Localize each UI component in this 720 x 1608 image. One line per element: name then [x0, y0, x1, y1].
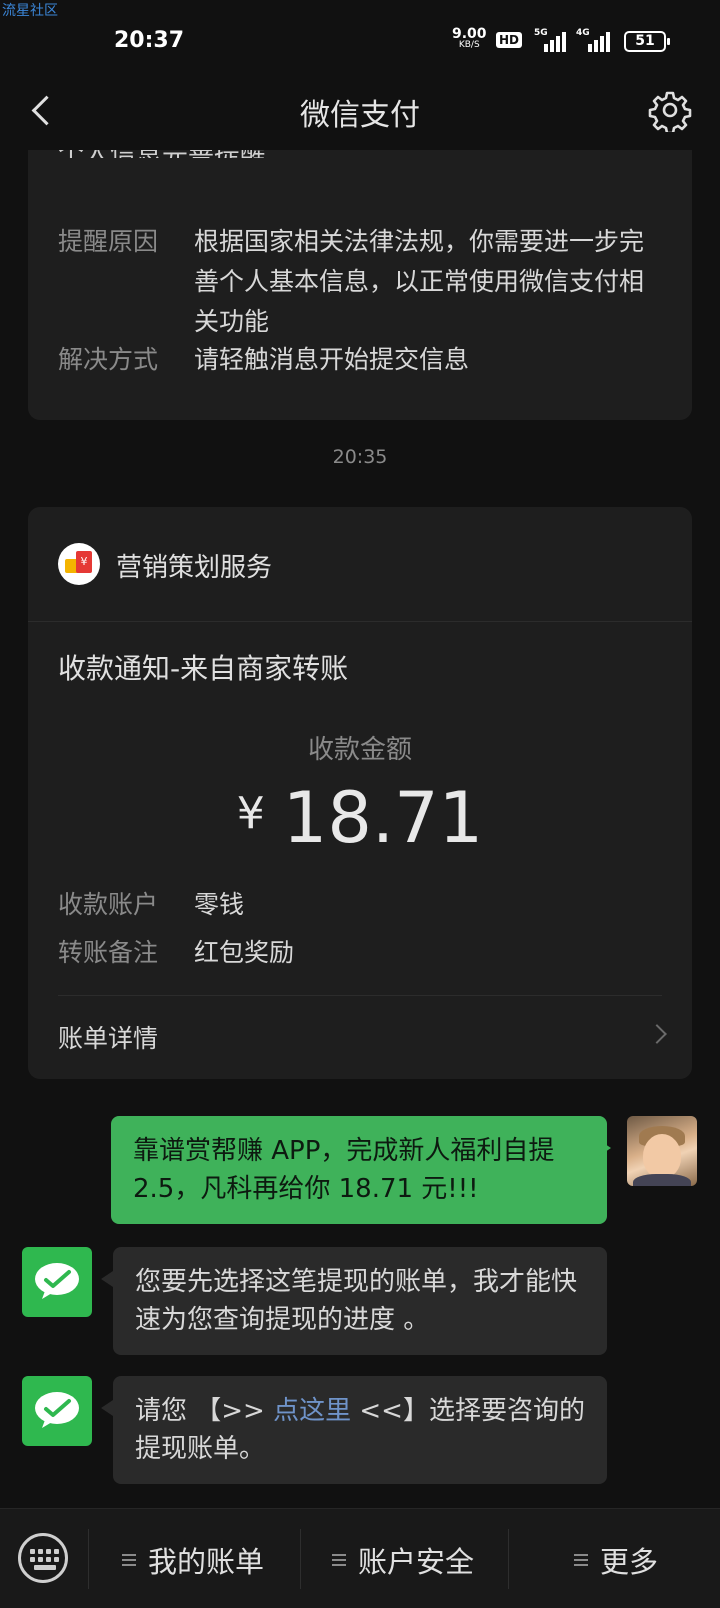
account-row: 收款账户 零钱	[58, 885, 668, 925]
keyboard-icon[interactable]	[18, 1533, 68, 1583]
battery-icon: 51	[624, 31, 670, 52]
note-label: 转账备注	[58, 938, 159, 967]
network-rate: 9.00	[452, 26, 487, 42]
message-feed[interactable]: 个人信息完善提醒 提醒原因 根据国家相关法律法规，你需要进一步完善个人基本信息，…	[0, 150, 720, 1508]
reminder-method-row: 解决方式 请轻触消息开始提交信息	[58, 340, 668, 380]
outgoing-message-bubble[interactable]: 靠谱赏帮赚 APP，完成新人福利自提 2.5，凡科再给你 18.71 元!!!	[111, 1116, 611, 1224]
amount-value: 18.71	[282, 777, 484, 859]
bottom-menu-bar: 我的账单 账户安全 更多	[0, 1508, 720, 1608]
method-value: 请轻触消息开始提交信息	[194, 345, 470, 374]
bill-detail-link[interactable]: 账单详情	[58, 1019, 158, 1055]
signal-5g-label: 5G	[534, 28, 548, 38]
reminder-title: 个人信息完善提醒	[58, 150, 266, 158]
note-row: 转账备注 红包奖励	[58, 933, 668, 973]
avatar[interactable]	[627, 1116, 697, 1186]
status-bar: 20:37 9.00 KB/S HD 5G 4G 51	[0, 0, 720, 84]
account-label: 收款账户	[58, 890, 159, 919]
service-name: 营销策划服务	[116, 553, 273, 583]
reason-value: 根据国家相关法律法规，你需要进一步完善个人基本信息，以正常使用微信支付相关功能	[194, 227, 645, 336]
payment-notice-card[interactable]: 营销策划服务 收款通知-来自商家转账 收款金额 ¥18.71 收款账户 零钱 转…	[28, 507, 692, 1079]
signal-4g-label: 4G	[576, 28, 590, 38]
menu-my-bills[interactable]: 我的账单	[122, 1539, 264, 1581]
incoming-message-bubble[interactable]: 您要先选择这笔提现的账单，我才能快速为您查询提现的进度 。	[101, 1247, 607, 1355]
menu-label: 我的账单	[148, 1545, 265, 1579]
nav-bar: 微信支付	[0, 84, 720, 150]
reason-label: 提醒原因	[58, 227, 159, 256]
menu-label: 账户安全	[358, 1545, 475, 1579]
method-label: 解决方式	[58, 345, 159, 374]
menu-account-security[interactable]: 账户安全	[332, 1539, 474, 1581]
menu-label: 更多	[600, 1545, 659, 1579]
wechat-pay-icon[interactable]	[22, 1247, 92, 1317]
amount-label: 收款金额	[307, 735, 412, 765]
note-value: 红包奖励	[194, 938, 295, 967]
currency-symbol: ¥	[236, 788, 265, 839]
click-here-link[interactable]: 点这里	[273, 1396, 351, 1426]
wechat-pay-icon[interactable]	[22, 1376, 92, 1446]
page-title: 微信支付	[300, 98, 420, 133]
chevron-right-icon	[647, 1024, 667, 1044]
incoming-message-bubble[interactable]: 请您 【>> 点这里 <<】选择要咨询的提现账单。	[101, 1376, 607, 1484]
signal-5g-icon: 5G	[534, 28, 568, 52]
reminder-reason-row: 提醒原因 根据国家相关法律法规，你需要进一步完善个人基本信息，以正常使用微信支付…	[58, 222, 668, 342]
message-timestamp: 20:35	[332, 446, 388, 468]
status-time: 20:37	[114, 28, 185, 53]
gear-icon[interactable]	[648, 88, 692, 135]
menu-icon	[332, 1554, 346, 1566]
network-speed: 9.00 KB/S	[452, 27, 487, 50]
signal-4g-icon: 4G	[576, 28, 610, 52]
message-text: 请您 【>>	[135, 1396, 274, 1426]
menu-icon	[122, 1554, 136, 1566]
account-value: 零钱	[194, 890, 245, 919]
hd-badge: HD	[496, 32, 523, 48]
reminder-card[interactable]: 个人信息完善提醒 提醒原因 根据国家相关法律法规，你需要进一步完善个人基本信息，…	[28, 150, 692, 420]
menu-more[interactable]: 更多	[574, 1539, 658, 1581]
menu-icon	[574, 1554, 588, 1566]
amount-display: ¥18.71	[28, 777, 692, 859]
network-unit: KB/S	[458, 40, 480, 50]
divider	[28, 621, 692, 622]
divider	[58, 995, 662, 996]
notice-title: 收款通知-来自商家转账	[58, 652, 349, 685]
red-packet-logo-icon	[58, 543, 100, 585]
